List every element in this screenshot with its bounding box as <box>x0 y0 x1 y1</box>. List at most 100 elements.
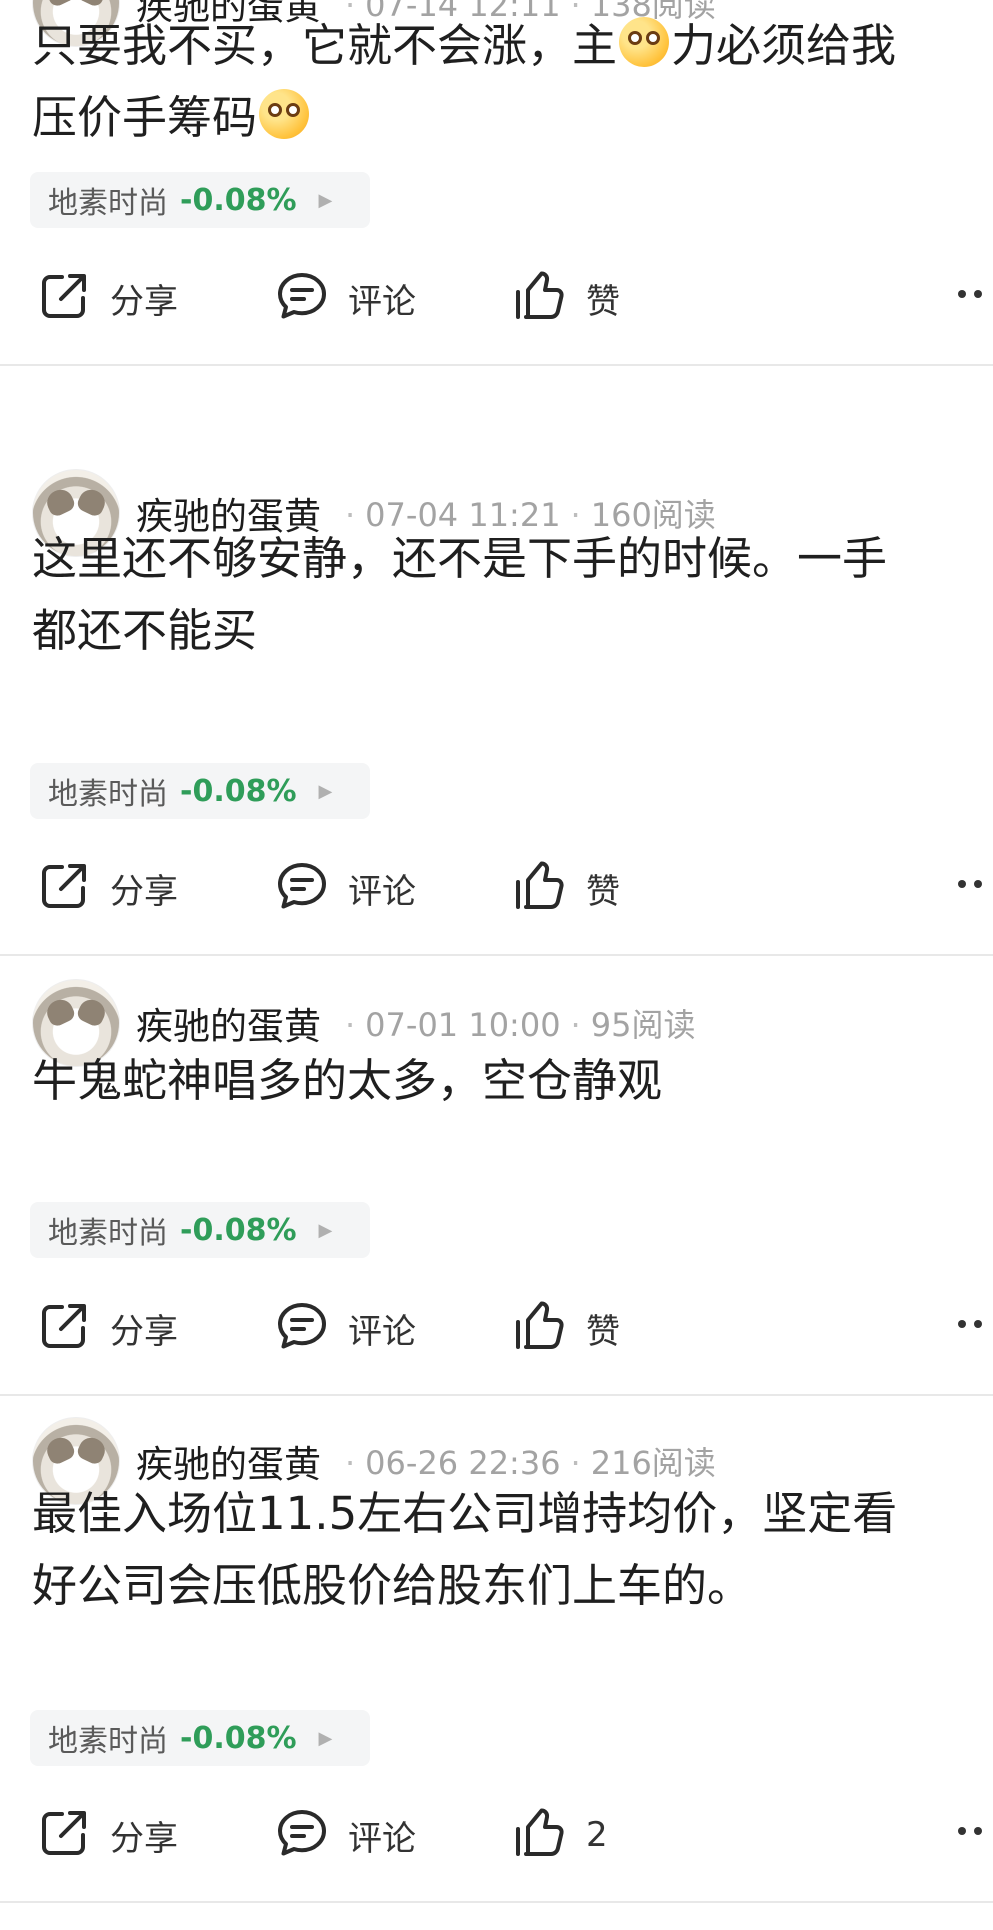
post-meta: · 07-01 10:00 · 95阅读 <box>335 1000 695 1046</box>
share-label: 分享 <box>110 1818 178 1859</box>
share-icon <box>36 268 92 328</box>
thumbs-up-icon <box>512 858 568 918</box>
chevron-right-icon: ▶ <box>318 1727 333 1749</box>
divider <box>0 1394 993 1396</box>
stock-change: -0.08% <box>180 773 297 809</box>
thumbs-up-icon <box>512 1805 568 1865</box>
share-label: 分享 <box>110 1311 178 1352</box>
content-text: 都还不能买 <box>32 604 258 657</box>
action-bar: 分享 评论 赞 <box>0 1298 993 1358</box>
like-label: 赞 <box>586 871 620 912</box>
stock-change: -0.08% <box>180 1720 297 1756</box>
chevron-right-icon: ▶ <box>318 189 333 211</box>
divider <box>0 954 993 956</box>
content-text: 这里还不够安静，还不是下手的时候。一手 <box>32 532 888 585</box>
share-label: 分享 <box>110 281 178 322</box>
content-line: 都还不能买 <box>32 595 993 667</box>
read-count: 95阅读 <box>590 1006 696 1044</box>
stock-name: 地素时尚 <box>48 1724 168 1759</box>
chevron-right-icon: ▶ <box>318 1219 333 1241</box>
comment-label: 评论 <box>348 871 416 912</box>
stock-name: 地素时尚 <box>48 186 168 221</box>
stock-change: -0.08% <box>180 182 297 218</box>
stock-tag[interactable]: 地素时尚 -0.08% ▶ <box>30 1202 370 1258</box>
post-card[interactable]: 疾驰的蛋黄 · 07-01 10:00 · 95阅读 牛鬼蛇神唱多的太多，空仓静观 地素时尚… <box>0 979 993 1396</box>
action-bar: 分享 评论 2 <box>0 1805 993 1865</box>
content-text: 最佳入场位11.5左右公司增持均价，坚定看 <box>32 1487 898 1540</box>
like-button[interactable]: 赞 <box>512 1298 620 1358</box>
post-card[interactable]: 疾驰的蛋黄 · 06-26 22:36 · 216阅读 最佳入场位11.5左右公司增持均价… <box>0 1417 993 1903</box>
thumbs-up-icon <box>512 1298 568 1358</box>
post-content[interactable]: 只要我不买，它就不会涨，主 力必须给我压价手筹码 <box>32 10 993 154</box>
post-content[interactable]: 这里还不够安静，还不是下手的时候。一手 都还不能买 <box>32 523 993 667</box>
comment-button[interactable]: 评论 <box>274 858 416 918</box>
more-icon[interactable] <box>958 1827 982 1835</box>
share-icon <box>36 1805 92 1865</box>
stock-tag[interactable]: 地素时尚 -0.08% ▶ <box>30 763 370 819</box>
comment-label: 评论 <box>348 1818 416 1859</box>
chevron-right-icon: ▶ <box>318 780 333 802</box>
like-button[interactable]: 赞 <box>512 858 620 918</box>
more-icon[interactable] <box>958 880 982 888</box>
meta-separator: · <box>345 1006 356 1044</box>
like-label: 2 <box>586 1815 608 1855</box>
flushed-face-emoji-icon <box>259 89 310 139</box>
stock-change: -0.08% <box>180 1212 297 1248</box>
content-line: 最佳入场位11.5左右公司增持均价，坚定看 <box>32 1478 993 1550</box>
comment-button[interactable]: 评论 <box>274 1805 416 1865</box>
content-text: 力必须给我 <box>671 19 897 72</box>
share-button[interactable]: 分享 <box>36 268 178 328</box>
username[interactable]: 疾驰的蛋黄 <box>136 996 321 1050</box>
read-count: 216阅读 <box>590 1444 716 1482</box>
post-feed: 疾驰的蛋黄 · 07-14 12:11 · 138阅读 只要我不买，它就不会涨，主 力必须给… <box>0 0 993 1930</box>
post-card[interactable]: 疾驰的蛋黄 · 07-14 12:11 · 138阅读 只要我不买，它就不会涨，主 力必须给… <box>0 0 993 366</box>
share-icon <box>36 1298 92 1358</box>
like-label: 赞 <box>586 281 620 322</box>
comment-icon <box>274 1805 330 1865</box>
content-line: 牛鬼蛇神唱多的太多，空仓静观 <box>32 1045 993 1117</box>
action-bar: 分享 评论 赞 <box>0 858 993 918</box>
content-line: 好公司会压低股价给股东们上车的。 <box>32 1550 993 1622</box>
content-line: 只要我不买，它就不会涨，主 力必须给我 <box>32 10 993 82</box>
comment-icon <box>274 268 330 328</box>
content-line: 压价手筹码 <box>32 82 993 154</box>
more-icon[interactable] <box>958 1320 982 1328</box>
more-icon[interactable] <box>958 290 982 298</box>
stock-name: 地素时尚 <box>48 777 168 812</box>
like-button[interactable]: 2 <box>512 1805 608 1865</box>
like-label: 赞 <box>586 1311 620 1352</box>
divider <box>0 364 993 366</box>
post-content[interactable]: 牛鬼蛇神唱多的太多，空仓静观 <box>32 1045 993 1117</box>
content-text: 压价手筹码 <box>32 91 258 144</box>
post-time: 07-01 10:00 <box>365 1006 561 1044</box>
comment-icon <box>274 1298 330 1358</box>
meta-separator: · <box>570 1444 581 1482</box>
stock-tag[interactable]: 地素时尚 -0.08% ▶ <box>30 1710 370 1766</box>
content-text: 牛鬼蛇神唱多的太多，空仓静观 <box>32 1054 663 1107</box>
share-icon <box>36 858 92 918</box>
post-time: 06-26 22:36 <box>365 1444 561 1482</box>
comment-icon <box>274 858 330 918</box>
flushed-face-emoji-icon <box>619 17 670 67</box>
comment-button[interactable]: 评论 <box>274 268 416 328</box>
share-button[interactable]: 分享 <box>36 1298 178 1358</box>
comment-label: 评论 <box>348 281 416 322</box>
stock-name: 地素时尚 <box>48 1216 168 1251</box>
meta-separator: · <box>570 1006 581 1044</box>
action-bar: 分享 评论 赞 <box>0 268 993 328</box>
content-text: 只要我不买，它就不会涨，主 <box>32 19 618 72</box>
post-content[interactable]: 最佳入场位11.5左右公司增持均价，坚定看 好公司会压低股价给股东们上车的。 <box>32 1478 993 1622</box>
like-button[interactable]: 赞 <box>512 268 620 328</box>
share-label: 分享 <box>110 871 178 912</box>
comment-label: 评论 <box>348 1311 416 1352</box>
share-button[interactable]: 分享 <box>36 1805 178 1865</box>
post-card[interactable]: 疾驰的蛋黄 · 07-04 11:21 · 160阅读 这里还不够安静，还不是下手的时候。… <box>0 469 993 956</box>
comment-button[interactable]: 评论 <box>274 1298 416 1358</box>
thumbs-up-icon <box>512 268 568 328</box>
stock-tag[interactable]: 地素时尚 -0.08% ▶ <box>30 172 370 228</box>
share-button[interactable]: 分享 <box>36 858 178 918</box>
content-line: 这里还不够安静，还不是下手的时候。一手 <box>32 523 993 595</box>
divider <box>0 1901 993 1903</box>
meta-separator: · <box>345 1444 356 1482</box>
content-text: 好公司会压低股价给股东们上车的。 <box>32 1559 753 1612</box>
